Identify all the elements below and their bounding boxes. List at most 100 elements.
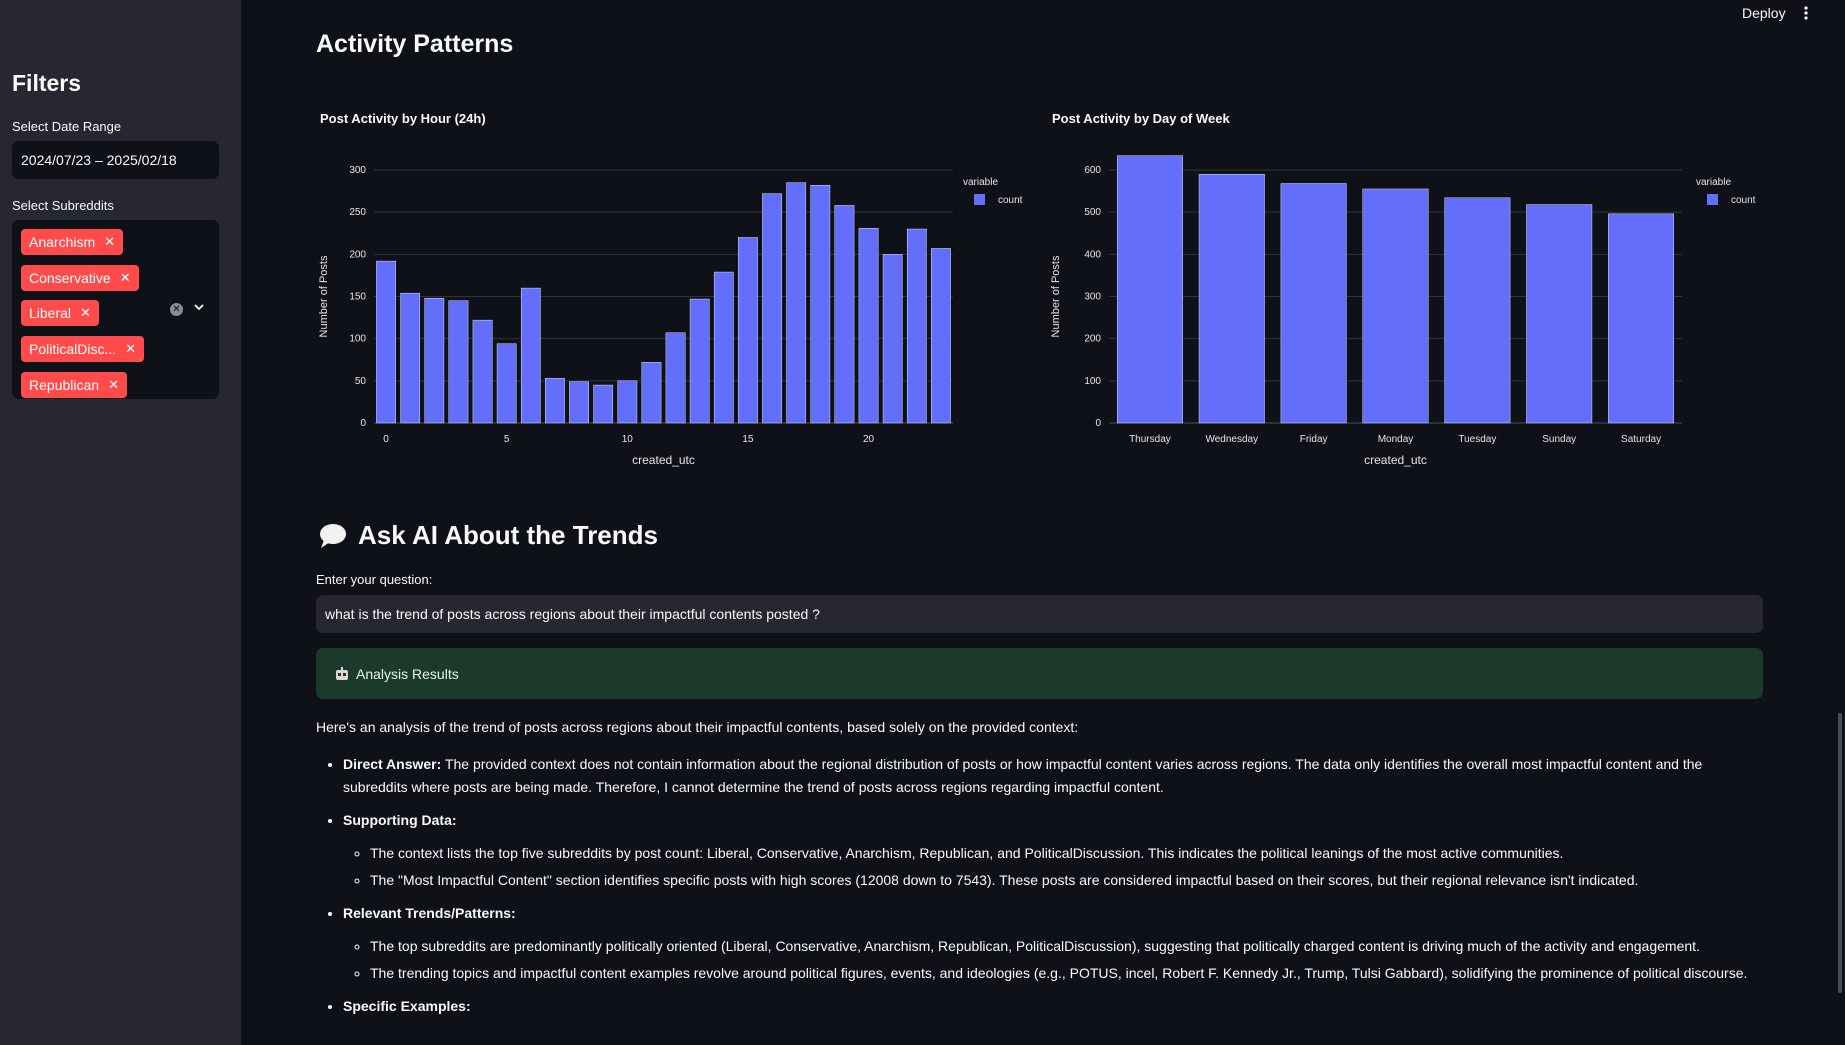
bar: [424, 297, 445, 424]
supporting-data-label: Supporting Data:: [343, 812, 457, 828]
y-axis-title: Number of Posts: [318, 255, 330, 337]
bar: [641, 362, 662, 424]
y-tick-label: 200: [349, 249, 366, 260]
bar: [931, 248, 951, 424]
bar: [906, 228, 927, 424]
x-tick-label: Thursday: [1129, 434, 1171, 445]
remove-tag-icon[interactable]: ✕: [120, 265, 131, 291]
tag-label: Anarchism: [29, 234, 96, 250]
x-tick-label: Sunday: [1542, 434, 1576, 445]
legend-title: variable: [1696, 177, 1731, 188]
legend-title: variable: [963, 177, 998, 188]
list-item: The trending topics and impactful conten…: [370, 962, 1756, 985]
y-tick-label: 300: [1084, 292, 1101, 303]
x-tick-label: 20: [863, 434, 875, 445]
remove-tag-icon[interactable]: ✕: [80, 300, 91, 326]
bar: [593, 384, 614, 424]
y-tick-label: 100: [1084, 376, 1101, 387]
day-chart-title: Post Activity by Day of Week: [1052, 111, 1230, 126]
bar: [762, 193, 782, 424]
remove-tag-icon[interactable]: ✕: [125, 336, 136, 362]
bar: [376, 260, 396, 424]
legend-label: count: [1731, 195, 1756, 206]
bar: [520, 287, 541, 424]
bar: [834, 205, 855, 424]
subreddit-label: Select Subreddits: [12, 198, 114, 213]
specific-examples-label: Specific Examples:: [343, 998, 471, 1014]
remove-tag-icon[interactable]: ✕: [108, 372, 119, 398]
tag-label: PoliticalDisc...: [29, 341, 117, 357]
analysis-answer: Here's an analysis of the trend of posts…: [316, 716, 1756, 1028]
subreddit-multiselect[interactable]: Anarchism ✕ Conservative ✕ Liberal ✕ Pol…: [12, 220, 219, 399]
x-tick-label: 0: [383, 434, 389, 445]
bar: [1526, 204, 1593, 424]
direct-answer-label: Direct Answer:: [343, 756, 442, 772]
bar: [1362, 188, 1429, 424]
y-tick-label: 600: [1084, 165, 1101, 176]
x-tick-label: 15: [742, 434, 754, 445]
legend-swatch: [1707, 194, 1718, 205]
more-vertical-icon[interactable]: [1801, 3, 1811, 23]
deploy-button[interactable]: Deploy: [1742, 5, 1786, 21]
page-title: Activity Patterns: [316, 30, 514, 58]
tag-conservative: Conservative ✕: [21, 265, 139, 291]
hour-chart: 0 50 100 150 200 250 300 0 5 10 15 20 created_utc Num…: [318, 165, 1023, 467]
list-item: The top subreddits are predominantly pol…: [370, 935, 1756, 958]
tag-label: Liberal: [29, 305, 72, 321]
ask-ai-title: Ask AI About the Trends: [358, 520, 658, 550]
bar: [1608, 213, 1675, 424]
y-axis-title: Number of Posts: [1050, 255, 1062, 337]
trends-label: Relevant Trends/Patterns:: [343, 905, 516, 921]
ask-ai-heading: Ask AI About the Trends: [318, 520, 658, 551]
analysis-results-label: Analysis Results: [356, 665, 459, 682]
direct-answer-text: The provided context does not contain in…: [343, 756, 1703, 795]
answer-intro: Here's an analysis of the trend of posts…: [316, 719, 1079, 735]
y-tick-label: 50: [355, 376, 367, 387]
x-tick-label: Wednesday: [1205, 434, 1258, 445]
tag-anarchism: Anarchism ✕: [21, 229, 124, 255]
y-tick-label: 150: [349, 292, 366, 303]
y-tick-label: 250: [349, 207, 366, 218]
question-label: Enter your question:: [316, 572, 433, 587]
analysis-results-banner: Analysis Results: [316, 648, 1763, 699]
bar: [738, 237, 758, 424]
direct-answer-item: Direct Answer: The provided context does…: [343, 753, 1756, 799]
bar: [665, 332, 686, 424]
answer-list: Direct Answer: The provided context does…: [316, 753, 1756, 1018]
bar: [617, 380, 638, 424]
clear-icon[interactable]: ✕: [170, 303, 183, 316]
sidebar: Filters Select Date Range 2024/07/23 – 2…: [0, 0, 241, 1045]
bar: [882, 254, 903, 424]
sidebar-title: Filters: [12, 70, 82, 96]
bar: [1444, 197, 1511, 424]
trends-list: The top subreddits are predominantly pol…: [343, 935, 1756, 985]
y-tick-label: 500: [1084, 207, 1101, 218]
tag-label: Conservative: [29, 270, 111, 286]
y-tick-label: 100: [349, 334, 366, 345]
date-range-label: Select Date Range: [12, 119, 122, 134]
x-tick-label: 5: [504, 434, 510, 445]
scrollbar[interactable]: [1838, 713, 1842, 993]
bar: [1116, 155, 1183, 424]
date-range-input[interactable]: 2024/07/23 – 2025/02/18: [12, 141, 219, 179]
question-input[interactable]: [316, 595, 1763, 633]
tag-liberal: Liberal ✕: [21, 300, 99, 326]
trends-item: Relevant Trends/Patterns: The top subred…: [343, 902, 1756, 985]
x-tick-label: Monday: [1378, 434, 1414, 445]
x-tick-label: 10: [622, 434, 634, 445]
legend-swatch: [974, 194, 985, 205]
x-axis-title: created_utc: [1364, 453, 1427, 467]
bar: [496, 343, 517, 424]
bar: [786, 182, 807, 424]
tag-republican: Republican ✕: [21, 372, 127, 398]
chevron-down-icon[interactable]: [192, 300, 206, 314]
robot-icon: [336, 666, 348, 680]
bar: [689, 298, 710, 424]
bar: [1198, 174, 1265, 424]
y-tick-label: 200: [1084, 334, 1101, 345]
list-item: The "Most Impactful Content" section ide…: [370, 869, 1756, 892]
remove-tag-icon[interactable]: ✕: [104, 229, 115, 255]
x-axis-title: created_utc: [632, 453, 695, 467]
day-chart: 0 100 200 300 400 500 600 Thursday Wednesday Frid…: [1050, 155, 1756, 467]
speech-bubble-icon: [320, 523, 346, 548]
